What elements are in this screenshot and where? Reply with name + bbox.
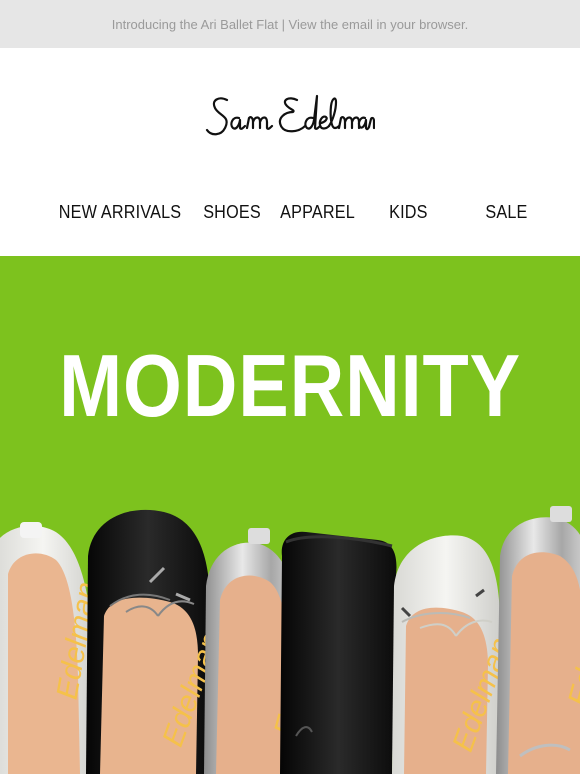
ballet-flats-image: Edelman Edelman Edelman [0, 506, 580, 774]
shoe-black-2 [280, 531, 397, 774]
nav-item-shoes[interactable]: SHOES [203, 202, 261, 223]
sam-edelman-logo[interactable] [205, 90, 375, 146]
shoe-silver-right: Edelman [496, 506, 580, 774]
hero-banner[interactable]: MODERNITY Edelman Edelman Edelman [0, 256, 580, 774]
logo-header [0, 48, 580, 188]
nav-item-apparel[interactable]: APPAREL [280, 202, 355, 223]
preheader-bar: Introducing the Ari Ballet Flat | View t… [0, 0, 580, 48]
preheader-link[interactable]: Introducing the Ari Ballet Flat | View t… [112, 17, 468, 32]
nav-item-sale[interactable]: SALE [485, 202, 527, 223]
nav-item-new-arrivals[interactable]: NEW ARRIVALS [59, 202, 181, 223]
main-nav: NEW ARRIVALS SHOES APPAREL KIDS SALE [0, 188, 580, 256]
nav-item-kids[interactable]: KIDS [389, 202, 428, 223]
